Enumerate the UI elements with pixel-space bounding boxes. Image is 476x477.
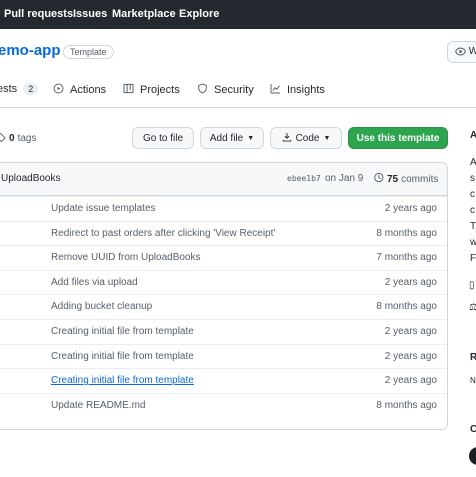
commit-message-link[interactable]: Remove UUID from UploadBooks xyxy=(51,252,201,263)
tabs-divider xyxy=(0,107,476,108)
tab-pull-requests[interactable]: ests 2 xyxy=(0,83,39,95)
commit-message-link[interactable]: Creating initial file from template xyxy=(51,326,194,337)
commit-age: 7 months ago xyxy=(376,252,437,264)
global-navbar: Pull requests Issues Marketplace Explore xyxy=(0,0,476,29)
about-text-line: F xyxy=(470,253,476,264)
use-template-button[interactable]: Use this template xyxy=(348,127,448,149)
table-row: Update README.md 8 months ago xyxy=(0,392,447,418)
commit-age: 2 years ago xyxy=(384,276,437,288)
latest-commit-message[interactable]: UploadBooks xyxy=(1,173,60,184)
history-icon xyxy=(373,172,384,186)
avatar[interactable] xyxy=(469,447,476,465)
table-row: Update issue templates 2 years ago xyxy=(0,196,447,221)
shield-icon xyxy=(197,83,208,97)
tab-actions[interactable]: Actions xyxy=(53,83,106,97)
commit-message-link[interactable]: Update README.md xyxy=(51,400,145,411)
caret-down-icon: ▼ xyxy=(323,134,331,142)
table-row: Creating initial file from template 2 yea… xyxy=(0,343,447,369)
commit-age: 2 years ago xyxy=(384,375,437,387)
commit-count: 75 xyxy=(387,173,399,185)
tags-label: tags xyxy=(17,133,37,144)
nav-explore[interactable]: Explore xyxy=(179,8,219,20)
tab-insights[interactable]: Insights xyxy=(270,83,325,97)
latest-commit-bar: UploadBooks ebee1b7 on Jan 9 75 commits xyxy=(0,163,447,196)
tags-link[interactable]: 0 tags xyxy=(0,132,36,145)
commit-message-link[interactable]: Update issue templates xyxy=(51,203,156,214)
go-to-file-button[interactable]: Go to file xyxy=(132,127,194,149)
table-row: Adding bucket cleanup 8 months ago xyxy=(0,294,447,319)
code-label: Code xyxy=(295,132,320,144)
commits-link[interactable]: 75 commits xyxy=(373,172,438,186)
latest-commit-date: on Jan 9 xyxy=(325,173,364,184)
commit-message-link[interactable]: Creating initial file from template xyxy=(51,375,194,386)
watch-button[interactable]: W xyxy=(447,41,476,63)
tag-icon xyxy=(0,132,6,145)
table-icon xyxy=(123,83,134,97)
code-button[interactable]: Code ▼ xyxy=(270,127,342,149)
scale-icon: ⚖ xyxy=(469,302,476,313)
tab-security[interactable]: Security xyxy=(197,83,254,97)
about-text-line: c xyxy=(470,189,475,200)
table-row: Remove UUID from UploadBooks 7 months ago xyxy=(0,245,447,270)
commit-message-link[interactable]: Redirect to past orders after clicking '… xyxy=(51,228,275,239)
commit-age: 2 years ago xyxy=(384,326,437,337)
commit-message-link[interactable]: Creating initial file from template xyxy=(51,351,194,362)
commit-age: 8 months ago xyxy=(376,227,437,239)
commit-age: 2 years ago xyxy=(384,350,437,362)
add-file-label: Add file xyxy=(209,132,244,144)
about-text-line: c xyxy=(470,205,475,216)
caret-down-icon: ▼ xyxy=(247,134,255,142)
play-icon xyxy=(53,83,64,97)
book-icon: ▯ xyxy=(469,280,475,291)
nav-pull-requests[interactable]: Pull requests xyxy=(4,8,73,20)
commit-message-link[interactable]: Add files via upload xyxy=(51,277,138,288)
about-text-line: T xyxy=(470,221,476,232)
eye-icon xyxy=(455,46,466,57)
commit-count-label: commits xyxy=(401,173,439,185)
tab-label: Insights xyxy=(287,84,325,96)
tab-counter: 2 xyxy=(23,83,39,95)
tab-projects[interactable]: Projects xyxy=(123,83,180,97)
nav-marketplace[interactable]: Marketplace xyxy=(112,8,176,20)
about-text-line: A xyxy=(470,157,476,168)
latest-commit-sha[interactable]: ebee1b7 xyxy=(287,174,321,183)
table-row: Redirect to past orders after clicking '… xyxy=(0,220,447,246)
contributors-heading: C xyxy=(470,424,476,435)
nav-issues[interactable]: Issues xyxy=(73,8,107,20)
releases-heading: R xyxy=(470,352,476,363)
repo-name-link[interactable]: emo-app xyxy=(0,42,61,59)
commit-age: 8 months ago xyxy=(376,399,437,411)
tab-label: Projects xyxy=(140,84,180,96)
template-badge: Template xyxy=(63,45,114,59)
table-row: Creating initial file from template 2 yea… xyxy=(0,368,447,393)
watch-label: W xyxy=(468,46,476,57)
go-to-file-label: Go to file xyxy=(142,132,184,144)
add-file-button[interactable]: Add file ▼ xyxy=(200,127,264,149)
file-list: UploadBooks ebee1b7 on Jan 9 75 commits … xyxy=(0,162,448,430)
tags-count: 0 xyxy=(9,133,15,144)
tab-label: Actions xyxy=(70,84,107,96)
about-heading: A xyxy=(470,130,476,141)
table-row: Add files via upload 2 years ago xyxy=(0,269,447,295)
commit-age: 8 months ago xyxy=(376,301,437,313)
about-text-line: s xyxy=(470,173,475,184)
table-row: Creating initial file from template 2 yea… xyxy=(0,319,447,344)
download-icon xyxy=(282,132,292,145)
use-template-label: Use this template xyxy=(356,132,440,144)
about-text-line: w xyxy=(470,237,476,248)
repo-tabs: ests 2 Actions Projects Security Insight… xyxy=(0,78,476,106)
releases-text: N xyxy=(470,376,476,385)
commit-age: 2 years ago xyxy=(384,203,437,214)
commit-message-link[interactable]: Adding bucket cleanup xyxy=(51,301,152,312)
tab-label: ests xyxy=(0,83,18,95)
graph-icon xyxy=(270,83,281,97)
tab-label: Security xyxy=(214,84,254,96)
